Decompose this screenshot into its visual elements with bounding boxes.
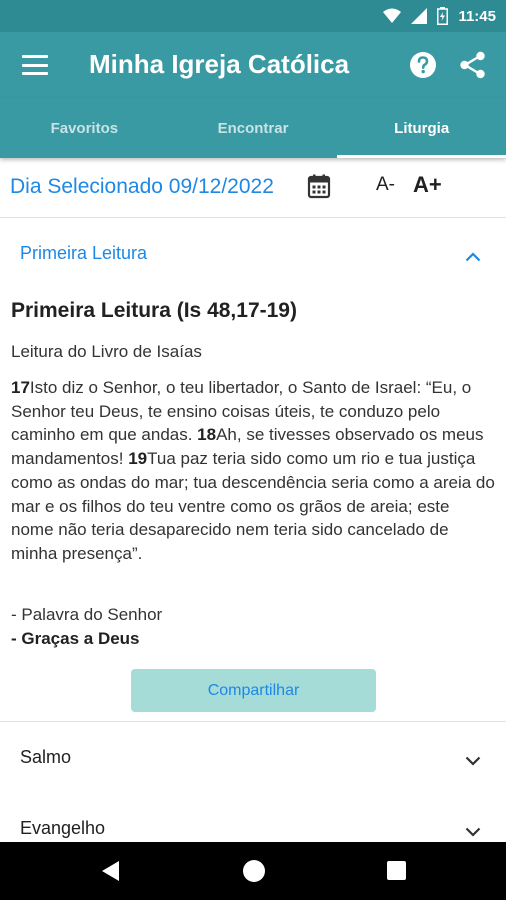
section-label: Evangelho [20,817,106,838]
section-label: Primeira Leitura [20,242,148,263]
tab-bar: Favoritos Encontrar Liturgia [0,98,506,158]
section-header-primeira-leitura[interactable]: Primeira Leitura [0,218,506,288]
help-icon[interactable] [409,51,437,84]
reading-title: Primeira Leitura (Is 48,17-19) [11,299,297,322]
home-icon[interactable] [243,860,265,882]
reading-book: Leitura do Livro de Isaías [11,342,202,361]
share-icon[interactable] [459,51,487,84]
date-bar: Dia Selecionado 09/12/2022 A- A+ [0,158,506,218]
system-nav-bar [0,842,506,900]
section-label: Salmo [20,746,72,767]
reading-response-answer: - Graças a Deus [11,629,140,648]
selected-date[interactable]: Dia Selecionado 09/12/2022 [10,175,274,199]
liturgy-content: Primeira Leitura Primeira Leitura (Is 48… [0,218,506,842]
verse-number: 17 [11,378,30,397]
back-icon[interactable] [101,860,121,887]
section-header-salmo[interactable]: Salmo [0,722,506,792]
verse-number: 18 [197,425,217,445]
verse-number: 19 [128,449,148,469]
menu-icon[interactable] [20,52,50,78]
chevron-up-icon [465,246,481,267]
status-bar: 11:45 [0,0,506,32]
app-bar: Minha Igreja Católica [0,32,506,98]
reading-text: 17Isto diz o Senhor, o teu libertador, o… [11,376,495,566]
chevron-down-icon [465,750,481,771]
font-increase-button[interactable]: A+ [413,172,442,198]
chevron-down-icon [465,821,481,842]
font-decrease-button[interactable]: A- [376,174,395,196]
calendar-icon[interactable] [306,174,332,205]
section-header-evangelho[interactable]: Evangelho [0,793,506,842]
share-reading-button[interactable]: Compartilhar [131,669,376,712]
recent-apps-icon[interactable] [387,861,406,880]
battery-icon [437,7,449,25]
tab-encontrar[interactable]: Encontrar [169,98,338,158]
wifi-icon [383,8,402,24]
tab-liturgia[interactable]: Liturgia [337,98,506,158]
tab-favoritos[interactable]: Favoritos [0,98,169,158]
signal-icon [411,8,428,24]
status-time: 11:45 [458,7,496,25]
reading-response: - Palavra do Senhor [11,605,163,624]
app-title: Minha Igreja Católica [89,49,350,79]
